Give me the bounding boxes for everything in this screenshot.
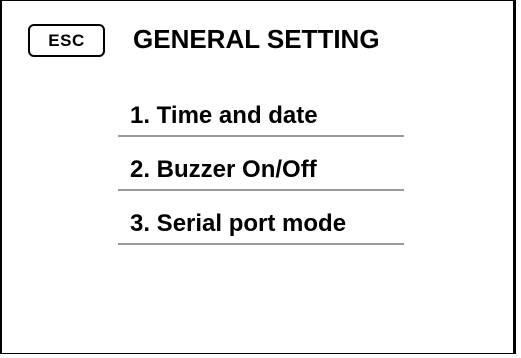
esc-button-label: ESC: [48, 30, 85, 50]
menu-item-label: 2. Buzzer On/Off: [130, 156, 317, 183]
settings-menu: 1. Time and date 2. Buzzer On/Off 3. Ser…: [118, 97, 404, 259]
settings-screen: ESC GENERAL SETTING 1. Time and date 2. …: [0, 0, 516, 354]
menu-item-time-and-date[interactable]: 1. Time and date: [118, 97, 404, 137]
page-title: GENERAL SETTING: [133, 24, 380, 54]
menu-item-buzzer[interactable]: 2. Buzzer On/Off: [118, 151, 404, 191]
menu-item-label: 3. Serial port mode: [130, 210, 347, 237]
esc-button[interactable]: ESC: [28, 24, 105, 57]
menu-item-serial-port-mode[interactable]: 3. Serial port mode: [118, 205, 404, 245]
menu-item-label: 1. Time and date: [130, 102, 318, 129]
